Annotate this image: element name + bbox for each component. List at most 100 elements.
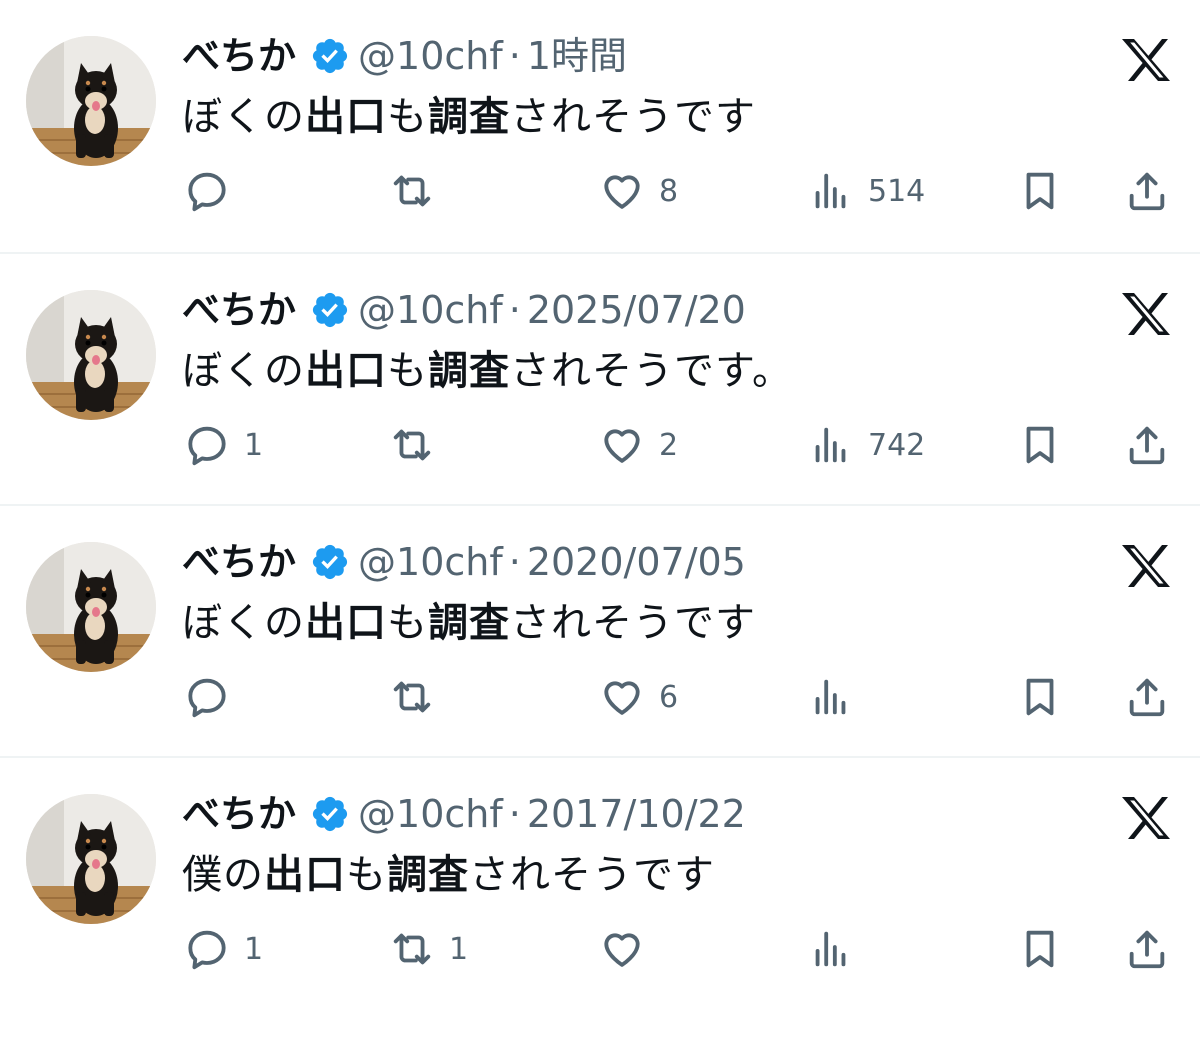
tweet-text: ぼくの出口も調査されそうです。 — [182, 342, 793, 400]
text-segment: されそうです — [469, 852, 715, 898]
reply-icon — [188, 678, 226, 718]
display-name[interactable]: べちか — [182, 282, 296, 338]
reply-icon — [188, 172, 226, 212]
timestamp[interactable]: 2017/10/22 — [527, 786, 746, 842]
views-button[interactable]: 742 — [808, 422, 925, 468]
timestamp[interactable]: 2020/07/05 — [527, 534, 746, 590]
text-segment: ぼくの — [182, 348, 305, 394]
bookmark-icon — [1026, 426, 1054, 464]
timestamp[interactable]: 2025/07/20 — [527, 282, 746, 338]
text-segment: も — [387, 348, 428, 394]
heart-icon — [604, 681, 640, 715]
share-button[interactable] — [1124, 422, 1170, 468]
retweet-icon — [393, 175, 431, 207]
display-name[interactable]: べちか — [182, 786, 296, 842]
bookmark-button[interactable] — [1017, 674, 1063, 720]
bold-text: 出口 — [264, 852, 346, 898]
bold-text: 調査 — [387, 852, 469, 898]
display-name[interactable]: べちか — [182, 28, 296, 84]
views-icon — [815, 679, 846, 715]
x-logo-icon[interactable] — [1118, 794, 1174, 842]
avatar[interactable] — [26, 36, 156, 166]
like-button[interactable]: 6 — [599, 674, 678, 720]
bookmark-button[interactable] — [1017, 168, 1063, 214]
bold-text: 出口 — [305, 348, 387, 394]
x-logo-icon[interactable] — [1118, 36, 1174, 84]
avatar[interactable] — [26, 290, 156, 420]
like-button[interactable]: 2 — [599, 422, 678, 468]
verified-badge-icon — [312, 544, 348, 580]
reply-button[interactable] — [184, 168, 244, 214]
user-handle[interactable]: @10chf — [358, 786, 503, 842]
reply-icon — [188, 930, 226, 970]
text-segment: も — [387, 600, 428, 646]
bold-text: 出口 — [305, 94, 387, 140]
reply-button[interactable] — [184, 674, 244, 720]
retweet-button[interactable] — [389, 674, 449, 720]
heart-icon — [604, 429, 640, 463]
tweet-3[interactable]: べちか @10chf · 2020/07/05 ぼくの出口も調査されそうです 6 — [0, 504, 1200, 754]
reply-count: 1 — [244, 931, 264, 967]
heart-icon — [604, 175, 640, 209]
tweet-4[interactable]: べちか @10chf · 2017/10/22 僕の出口も調査されそうです 1 — [0, 756, 1200, 1006]
separator-dot: · — [508, 792, 521, 836]
timestamp[interactable]: 1時間 — [527, 28, 627, 84]
verified-badge-icon — [312, 38, 348, 74]
avatar[interactable] — [26, 542, 156, 672]
like-count: 8 — [659, 173, 679, 209]
verified-badge-icon — [312, 796, 348, 832]
separator-dot: · — [508, 288, 521, 332]
user-handle[interactable]: @10chf — [358, 534, 503, 590]
tweet-header: べちか @10chf · 2020/07/05 — [182, 534, 746, 590]
retweet-count: 1 — [449, 931, 469, 967]
text-segment: されそうです — [510, 600, 756, 646]
like-count: 6 — [659, 679, 679, 715]
tweet-2[interactable]: べちか @10chf · 2025/07/20 ぼくの出口も調査されそうです。 … — [0, 252, 1200, 502]
retweet-icon — [393, 681, 431, 713]
tweet-1[interactable]: べちか @10chf · 1時間 ぼくの出口も調査されそうです 8 514 — [0, 0, 1200, 250]
text-segment: ぼくの — [182, 600, 305, 646]
views-button[interactable] — [808, 674, 868, 720]
separator-dot: · — [508, 540, 521, 584]
like-button[interactable] — [599, 926, 659, 972]
view-count: 742 — [868, 427, 926, 463]
tweet-header: べちか @10chf · 2025/07/20 — [182, 282, 746, 338]
text-segment: されそうです — [510, 94, 756, 140]
retweet-button[interactable]: 1 — [389, 926, 468, 972]
share-button[interactable] — [1124, 674, 1170, 720]
share-icon — [1129, 678, 1165, 717]
bookmark-button[interactable] — [1017, 926, 1063, 972]
share-button[interactable] — [1124, 926, 1170, 972]
share-icon — [1129, 172, 1165, 211]
bold-text: 調査 — [428, 94, 510, 140]
bookmark-icon — [1026, 930, 1054, 968]
display-name[interactable]: べちか — [182, 534, 296, 590]
share-icon — [1129, 930, 1165, 969]
view-count: 514 — [868, 173, 926, 209]
reply-button[interactable]: 1 — [184, 422, 263, 468]
separator-dot: · — [508, 34, 521, 78]
avatar[interactable] — [26, 794, 156, 924]
heart-icon — [604, 933, 640, 967]
user-handle[interactable]: @10chf — [358, 282, 503, 338]
views-icon — [815, 173, 846, 209]
x-logo-icon[interactable] — [1118, 290, 1174, 338]
views-button[interactable] — [808, 926, 868, 972]
tweet-header: べちか @10chf · 2017/10/22 — [182, 786, 746, 842]
text-segment: されそうです。 — [510, 348, 793, 394]
views-icon — [815, 931, 846, 967]
retweet-button[interactable] — [389, 168, 449, 214]
tweet-header: べちか @10chf · 1時間 — [182, 28, 627, 84]
x-logo-icon[interactable] — [1118, 542, 1174, 590]
reply-count: 1 — [244, 427, 264, 463]
share-button[interactable] — [1124, 168, 1170, 214]
tweet-text: ぼくの出口も調査されそうです — [182, 594, 756, 652]
retweet-button[interactable] — [389, 422, 449, 468]
views-button[interactable]: 514 — [808, 168, 925, 214]
reply-button[interactable]: 1 — [184, 926, 263, 972]
text-segment: 僕の — [182, 852, 264, 898]
like-button[interactable]: 8 — [599, 168, 678, 214]
bookmark-button[interactable] — [1017, 422, 1063, 468]
retweet-icon — [393, 933, 431, 965]
user-handle[interactable]: @10chf — [358, 28, 503, 84]
